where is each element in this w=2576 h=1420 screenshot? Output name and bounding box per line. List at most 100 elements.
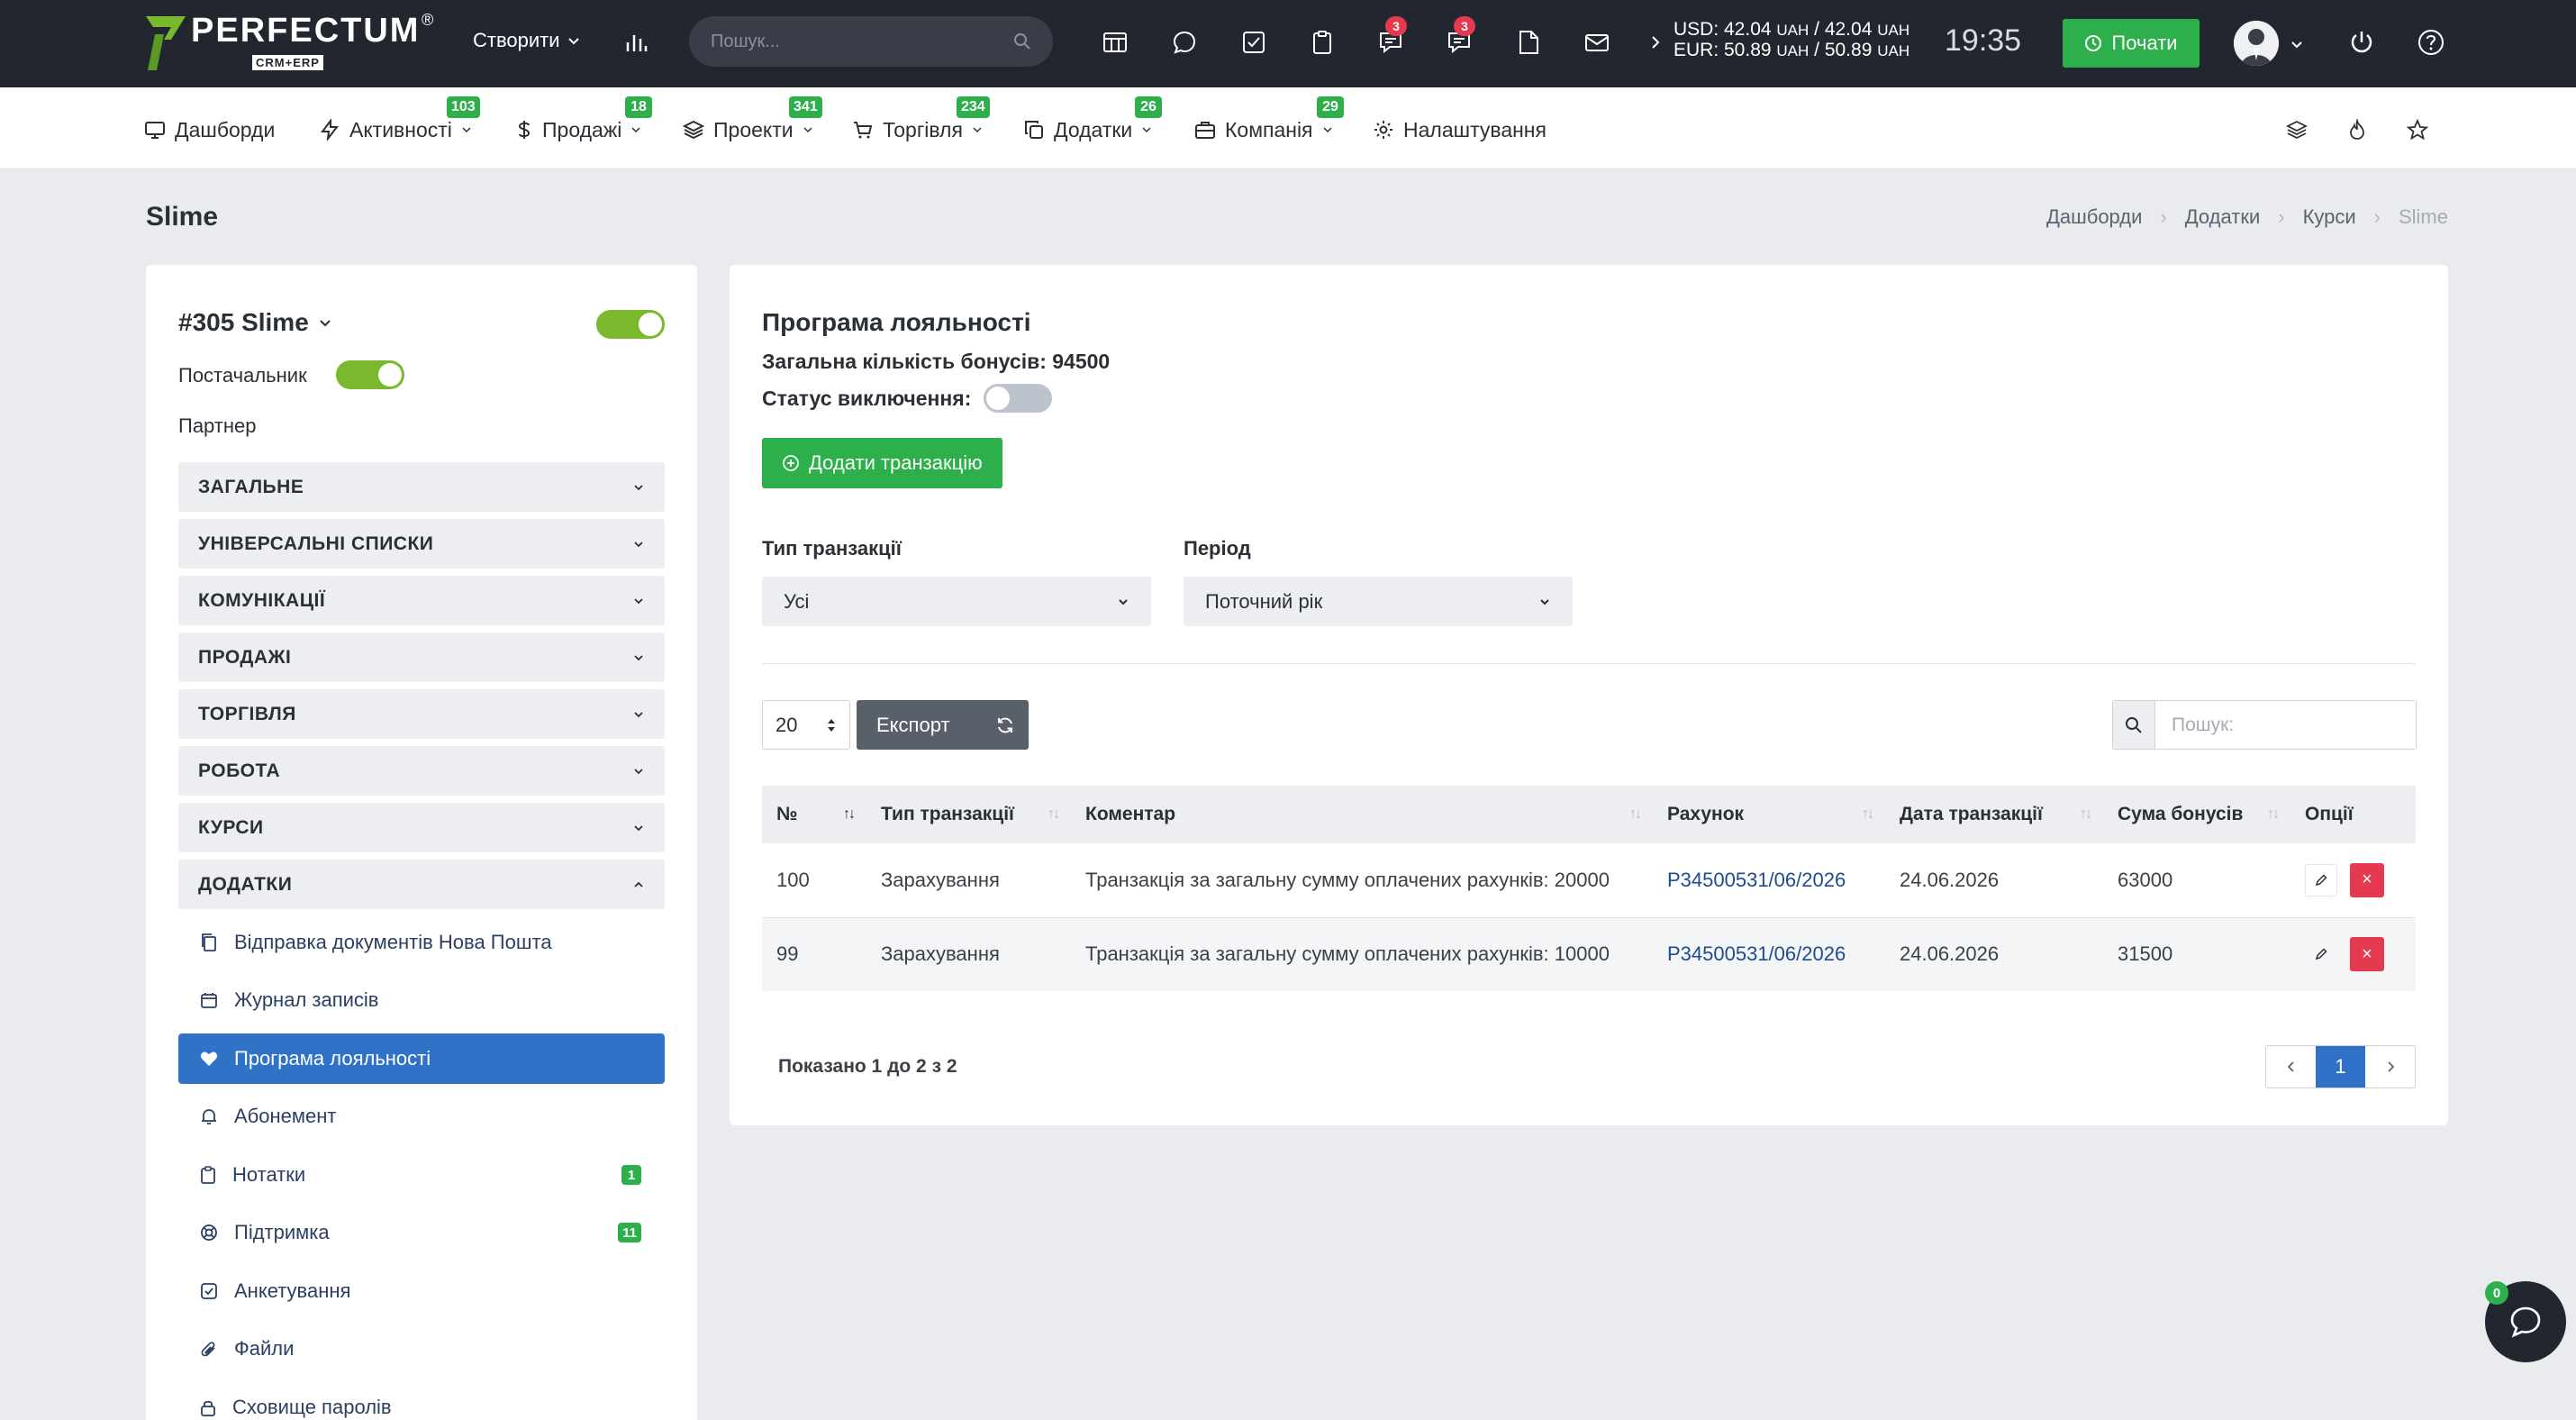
section-addons[interactable]: ДОДАТКИ — [178, 860, 665, 909]
prev-page-button[interactable] — [2266, 1046, 2316, 1088]
column-header-number[interactable]: № ↑↓ — [762, 786, 866, 843]
addon-loyalty-program[interactable]: Програма лояльності — [178, 1033, 665, 1084]
global-search[interactable] — [689, 16, 1053, 67]
breadcrumb: Дашборди › Додатки › Курси › Slime — [2046, 205, 2448, 229]
bar-chart-icon[interactable] — [621, 28, 650, 57]
dollar-icon — [518, 121, 531, 139]
period-select[interactable]: Поточний рік — [1184, 577, 1573, 626]
nav-label: Активності — [349, 117, 452, 141]
section-universal-lists[interactable]: УНІВЕРСАЛЬНІ СПИСКИ — [178, 519, 665, 569]
section-trade[interactable]: ТОРГІВЛЯ — [178, 689, 665, 739]
task-check-icon[interactable] — [1239, 28, 1268, 57]
addon-surveys[interactable]: Анкетування — [178, 1266, 665, 1316]
nav-item-sales[interactable]: Продажі 18 — [515, 96, 652, 143]
edit-button[interactable] — [2305, 863, 2337, 897]
nav-item-trade[interactable]: Торгівля 234 — [852, 96, 990, 143]
select-value: Поточний рік — [1205, 589, 1323, 613]
file-icon[interactable] — [1514, 28, 1543, 57]
addon-notes[interactable]: Нотатки 1 — [178, 1150, 665, 1200]
chevron-down-icon — [631, 127, 640, 133]
transaction-type-select[interactable]: Усі — [762, 577, 1151, 626]
chevron-down-icon[interactable] — [2288, 30, 2306, 59]
nav-badge: 29 — [1317, 96, 1344, 118]
nav-label: Додатки — [1054, 117, 1133, 141]
add-transaction-button[interactable]: Додати транзакцію — [762, 438, 1002, 488]
addon-subscription[interactable]: Абонемент — [178, 1091, 665, 1142]
nav-item-settings[interactable]: Налаштування — [1373, 116, 1547, 143]
addon-nova-poshta[interactable]: Відправка документів Нова Пошта — [178, 917, 665, 968]
column-header-date[interactable]: Дата транзакції ↑↓ — [1885, 786, 2103, 843]
main-nav: Дашборди Активності 103 Продажі 18 Проек… — [0, 87, 2576, 169]
section-communications[interactable]: КОМУНІКАЦІЇ — [178, 576, 665, 625]
nav-label: Проекти — [713, 117, 794, 141]
addon-files[interactable]: Файли — [178, 1324, 665, 1374]
clipboard-icon[interactable] — [1308, 28, 1337, 57]
cell-date: 24.06.2026 — [1885, 917, 2103, 991]
section-work[interactable]: РОБОТА — [178, 746, 665, 796]
table-icon[interactable] — [1101, 28, 1129, 57]
fire-icon[interactable] — [2344, 116, 2371, 143]
invoice-link[interactable]: Р34500531/06/2026 — [1667, 942, 1846, 965]
gear-icon — [1374, 121, 1392, 139]
star-icon[interactable] — [2404, 116, 2431, 143]
column-label: Сума бонусів — [2118, 804, 2244, 824]
page-button-current[interactable]: 1 — [2316, 1046, 2365, 1088]
copy-icon — [1025, 121, 1043, 139]
logo[interactable]: PERFECTUM CRM+ERP ® — [144, 11, 433, 76]
table-search-input[interactable] — [2155, 701, 2416, 749]
nav-item-activities[interactable]: Активності 103 — [319, 96, 480, 143]
addon-badge: 1 — [621, 1165, 641, 1185]
section-label: РОБОТА — [198, 760, 281, 781]
addon-support[interactable]: Підтримка 11 — [178, 1207, 665, 1258]
export-button[interactable]: Експорт — [857, 714, 983, 737]
breadcrumb-item[interactable]: Додатки — [2185, 205, 2260, 229]
delete-button[interactable]: × — [2350, 862, 2384, 897]
start-timer-button[interactable]: Почати — [2063, 19, 2200, 68]
total-bonuses: Загальна кількість бонусів: 94500 — [762, 350, 1111, 373]
pagination: 1 — [2265, 1045, 2416, 1088]
breadcrumb-item[interactable]: Дашборди — [2046, 205, 2142, 229]
page-size-select[interactable]: 20 — [762, 700, 850, 750]
invoice-link[interactable]: Р34500531/06/2026 — [1667, 869, 1846, 891]
layers-toggle-icon[interactable] — [2283, 116, 2310, 143]
column-header-amount[interactable]: Сума бонусів ↑↓ — [2103, 786, 2290, 843]
client-active-toggle[interactable] — [596, 310, 665, 339]
client-name-dropdown[interactable]: #305 Slime — [178, 308, 332, 337]
cell-comment: Транзакція за загальну сумму оплачених р… — [1071, 843, 1653, 918]
section-general[interactable]: ЗАГАЛЬНЕ — [178, 462, 665, 512]
power-icon[interactable] — [2347, 28, 2376, 57]
column-header-type[interactable]: Тип транзакції ↑↓ — [866, 786, 1071, 843]
monitor-icon — [145, 122, 165, 139]
global-search-input[interactable] — [711, 31, 1013, 52]
chevron-right-icon[interactable] — [1646, 28, 1664, 57]
addon-appointment-log[interactable]: Журнал записів — [178, 975, 665, 1025]
nav-label: Компанія — [1225, 117, 1313, 141]
section-sales[interactable]: ПРОДАЖІ — [178, 633, 665, 682]
help-icon[interactable] — [2417, 28, 2445, 57]
breadcrumb-item[interactable]: Курси — [2303, 205, 2356, 229]
section-courses[interactable]: КУРСИ — [178, 803, 665, 852]
exclusion-toggle[interactable] — [984, 384, 1053, 413]
avatar[interactable] — [2234, 21, 2279, 66]
panel-title: Програма лояльності — [762, 308, 1031, 336]
pencil-icon — [2315, 874, 2327, 886]
refresh-icon[interactable] — [983, 700, 1028, 750]
divider — [762, 663, 2416, 664]
mail-icon[interactable] — [1583, 28, 1611, 57]
create-menu-button[interactable]: Створити — [473, 29, 580, 52]
addon-password-vault[interactable]: Сховище паролів — [178, 1382, 665, 1420]
nav-item-dashboards[interactable]: Дашборди — [144, 116, 275, 143]
edit-button[interactable] — [2305, 938, 2337, 970]
chat-bubble-icon[interactable] — [1170, 28, 1199, 57]
column-header-invoice[interactable]: Рахунок ↑↓ — [1653, 786, 1885, 843]
sort-desc-icon: ↑↓ — [843, 806, 856, 822]
delete-button[interactable]: × — [2350, 937, 2384, 972]
chevron-down-icon — [634, 484, 643, 490]
nav-item-projects[interactable]: Проекти 341 — [683, 96, 822, 143]
nav-item-addons[interactable]: Додатки 26 — [1023, 96, 1162, 143]
column-header-comment[interactable]: Коментар ↑↓ — [1071, 786, 1653, 843]
clock-icon — [2085, 35, 2102, 51]
nav-item-company[interactable]: Компанія 29 — [1194, 96, 1344, 143]
supplier-toggle[interactable] — [336, 360, 404, 389]
next-page-button[interactable] — [2365, 1046, 2415, 1088]
